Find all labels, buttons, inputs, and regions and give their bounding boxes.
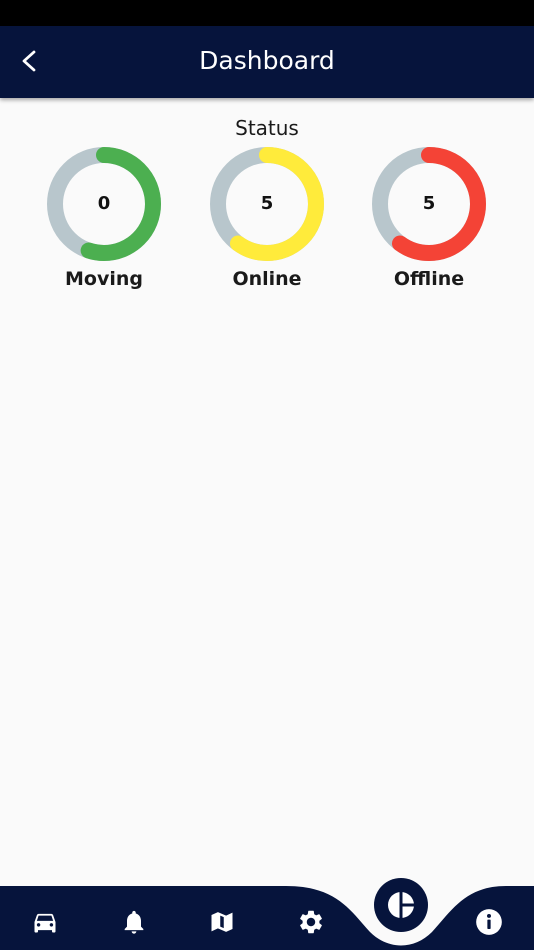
bell-icon <box>124 910 144 934</box>
status-section-title: Status <box>235 116 299 140</box>
map-icon <box>211 912 233 932</box>
gauge-label: Offline <box>393 268 465 290</box>
gauge-value: 5 <box>260 193 274 214</box>
nav-settings[interactable] <box>289 900 333 944</box>
nav-dashboard[interactable] <box>374 878 428 932</box>
bottom-nav-background <box>0 886 534 950</box>
gear-icon <box>300 910 322 934</box>
system-status-bar <box>0 0 534 26</box>
gauge-value: 5 <box>422 193 436 214</box>
gauge-label: Moving <box>65 268 143 290</box>
gauge-online[interactable]: 5 Online <box>192 146 342 296</box>
nav-notifications[interactable] <box>112 900 156 944</box>
gauge-label: Online <box>232 268 302 290</box>
nav-map[interactable] <box>200 900 244 944</box>
nav-vehicles[interactable] <box>23 900 67 944</box>
car-icon <box>34 913 56 933</box>
app-bar: Dashboard <box>0 26 534 98</box>
pie-chart-icon <box>388 892 414 918</box>
page-title: Dashboard <box>199 46 335 75</box>
nav-info[interactable] <box>467 900 511 944</box>
gauge-value: 0 <box>97 193 111 214</box>
info-icon <box>476 909 502 935</box>
gauge-moving[interactable]: 0 Moving <box>29 146 179 296</box>
gauge-offline[interactable]: 5 Offline <box>354 146 504 296</box>
bottom-navigation <box>0 870 534 950</box>
